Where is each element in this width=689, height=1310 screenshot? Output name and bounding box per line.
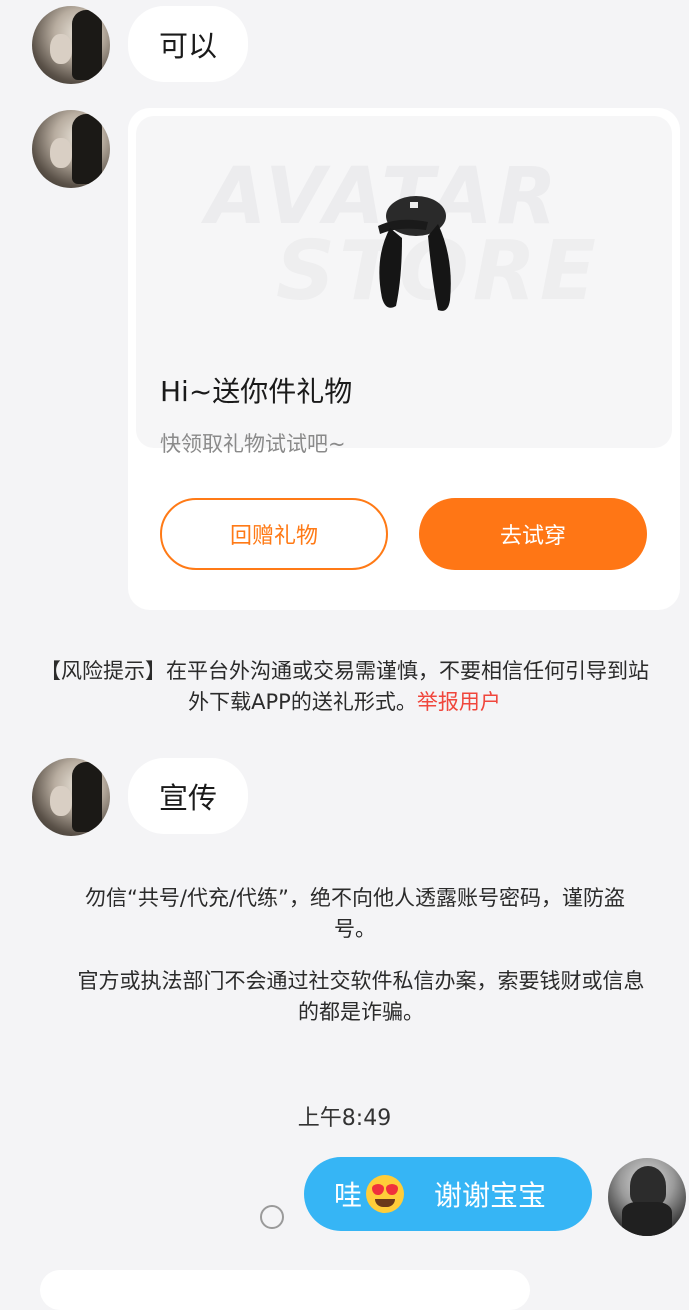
- my-message-suffix: 谢谢宝宝: [434, 1179, 547, 1212]
- sending-status-icon: [260, 1205, 284, 1229]
- message-bubble[interactable]: 可以: [128, 6, 248, 82]
- contact-avatar[interactable]: [32, 758, 110, 836]
- gift-card[interactable]: AVATAR STORE Hi~送你件礼物 快领取礼物试试吧~ 回赠礼物 去试穿: [128, 108, 680, 610]
- contact-avatar[interactable]: [32, 6, 110, 84]
- message-bubble[interactable]: 宣传: [128, 758, 248, 834]
- my-message-bubble[interactable]: 哇 谢谢宝宝: [304, 1157, 592, 1231]
- message-input-bar[interactable]: [40, 1270, 530, 1310]
- return-gift-button[interactable]: 回赠礼物: [160, 498, 388, 570]
- avatar-face: [50, 138, 72, 168]
- avatar-hair: [72, 762, 102, 832]
- gift-title: Hi~送你件礼物: [160, 375, 353, 408]
- avatar-face: [50, 786, 72, 816]
- heart-eyes-emoji-icon: [366, 1175, 405, 1213]
- security-notice-fraud: 官方或执法部门不会通过社交软件私信办案，索要钱财或信息的都是诈骗。: [77, 969, 645, 1024]
- security-notice-account: 勿信“共号/代充/代练”，绝不向他人透露账号密码，谨防盗号。: [85, 886, 625, 941]
- my-message-prefix: 哇: [334, 1179, 363, 1212]
- message-timestamp: 上午8:49: [297, 1106, 392, 1131]
- avatar-face: [50, 34, 72, 64]
- try-on-button[interactable]: 去试穿: [419, 498, 647, 570]
- report-user-link[interactable]: 举报用户: [417, 690, 501, 714]
- risk-notice: 【风险提示】在平台外沟通或交易需谨慎，不要相信任何引导到站外下载APP的送礼形式…: [40, 656, 649, 718]
- cap-with-earflaps-icon: [378, 196, 451, 311]
- avatar-body: [622, 1202, 672, 1236]
- message-text: 宣传: [158, 781, 217, 815]
- avatar-hair: [72, 114, 102, 184]
- avatar-hair: [630, 1166, 666, 1206]
- gift-subtitle: 快领取礼物试试吧~: [160, 432, 346, 456]
- risk-notice-text: 【风险提示】在平台外沟通或交易需谨慎，不要相信任何引导到站外下载APP的送礼形式…: [40, 659, 649, 714]
- message-text: 可以: [158, 29, 217, 63]
- avatar-hair: [72, 10, 102, 80]
- contact-avatar[interactable]: [32, 110, 110, 188]
- my-avatar[interactable]: [608, 1158, 686, 1236]
